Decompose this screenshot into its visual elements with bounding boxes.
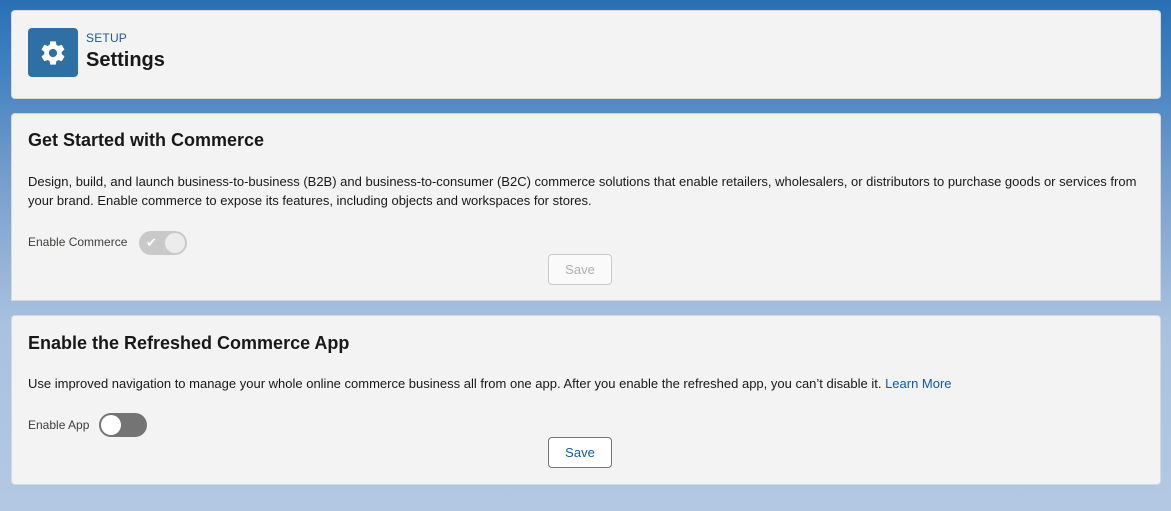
toggle-knob xyxy=(165,233,185,253)
section-description: Use improved navigation to manage your w… xyxy=(28,374,1148,393)
refreshed-commerce-app-section: Enable the Refreshed Commerce App Use im… xyxy=(11,315,1161,485)
enable-commerce-label: Enable Commerce xyxy=(28,235,128,249)
enable-app-toggle[interactable] xyxy=(99,413,147,437)
page-header: SETUP Settings xyxy=(11,10,1161,99)
learn-more-link[interactable]: Learn More xyxy=(885,376,951,391)
section-title: Enable the Refreshed Commerce App xyxy=(28,333,350,353)
section-title: Get Started with Commerce xyxy=(28,130,265,150)
gear-icon xyxy=(28,28,78,77)
app-save-button[interactable]: Save xyxy=(548,437,612,468)
page-title: Settings xyxy=(86,49,165,71)
toggle-knob xyxy=(101,415,121,435)
enable-app-label: Enable App xyxy=(28,418,90,432)
description-text: Use improved navigation to manage your w… xyxy=(28,376,882,391)
checkmark-icon: ✔ xyxy=(146,235,157,250)
section-description: Design, build, and launch business-to-bu… xyxy=(28,174,1137,208)
enable-commerce-toggle[interactable]: ✔ xyxy=(139,231,187,255)
get-started-commerce-section: Get Started with Commerce Design, build,… xyxy=(11,113,1161,301)
commerce-save-button[interactable]: Save xyxy=(548,254,612,285)
breadcrumb: SETUP xyxy=(86,31,128,45)
